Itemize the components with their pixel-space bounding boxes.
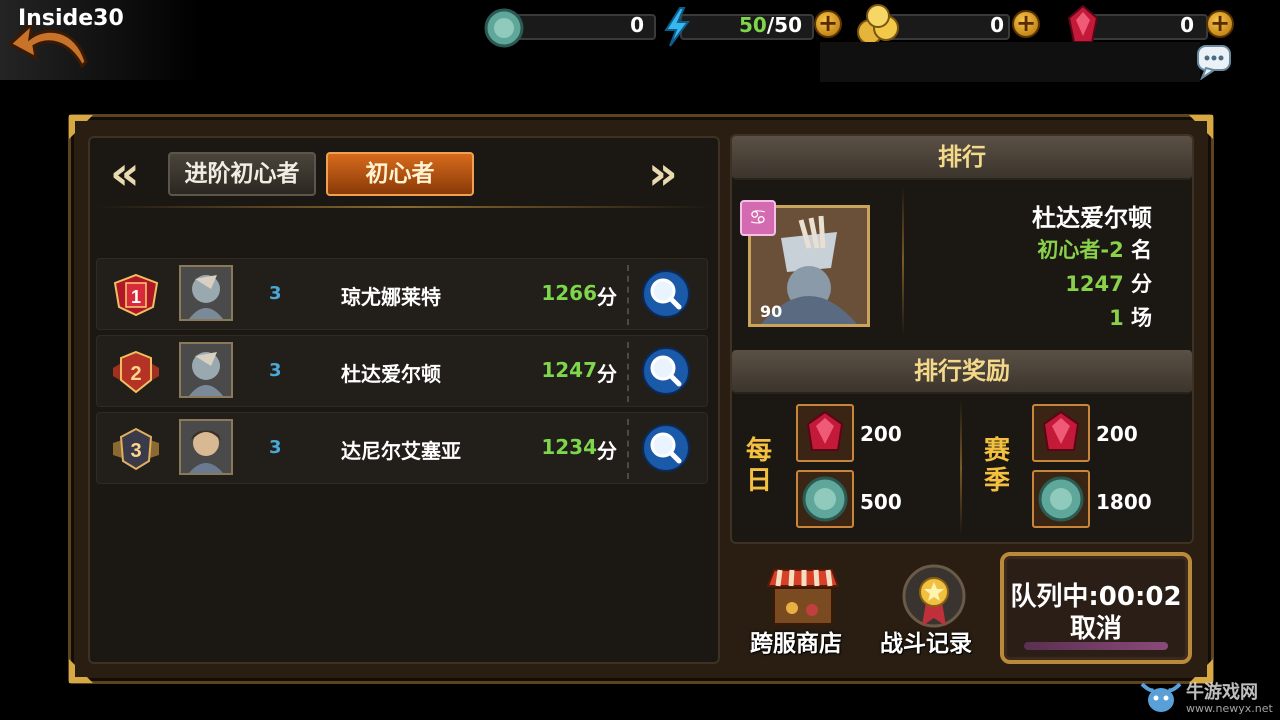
- row-divider: [627, 265, 631, 325]
- leaderboard-row[interactable]: 2 3 杜达爱尔顿 1247 分: [96, 335, 708, 407]
- my-tier-rank: 初心者-2 名: [1037, 238, 1152, 262]
- gold-add-button[interactable]: +: [1012, 10, 1040, 38]
- hero-level: 90: [760, 302, 783, 321]
- magnifier-icon[interactable]: [641, 423, 691, 473]
- gem-resource: 0 +: [1066, 4, 1240, 43]
- leaderboard-row[interactable]: 3 3 达尼尔艾塞亚 1234 分: [96, 412, 708, 484]
- rank-2-badge-icon: 2: [113, 350, 159, 394]
- tab-advanced-beginner[interactable]: 进阶初心者: [168, 152, 316, 196]
- lightning-icon: [664, 7, 690, 47]
- stone-resource: 0: [484, 8, 656, 48]
- player-level: 3: [269, 437, 282, 458]
- stone-coin-icon: [802, 476, 848, 522]
- red-gem-icon: [806, 410, 844, 451]
- stone-value: 0: [630, 13, 644, 37]
- my-score: 1247 分: [1065, 272, 1152, 296]
- site-watermark: 牛游戏网 www.newyx.net: [1138, 676, 1278, 720]
- svg-text:1: 1: [131, 287, 141, 307]
- rank-1-badge-icon: 1: [113, 273, 159, 317]
- tab-beginner[interactable]: 初心者: [326, 152, 474, 196]
- player-portrait[interactable]: [179, 265, 233, 321]
- queue-cancel-button[interactable]: 队列中:00:02 取消: [1000, 552, 1192, 664]
- row-divider: [627, 419, 631, 479]
- medal-icon[interactable]: [896, 564, 972, 630]
- tab-divider: [96, 206, 712, 208]
- shop-stall-icon[interactable]: [764, 566, 842, 628]
- red-gem-icon: [1042, 410, 1080, 451]
- player-name: 杜达爱尔顿: [341, 362, 441, 386]
- gold-coins-icon: [857, 4, 899, 45]
- reward-gem-tile[interactable]: [796, 404, 854, 462]
- bull-logo-icon: [1140, 682, 1182, 712]
- reward-amount: 1800: [1096, 490, 1152, 514]
- player-portrait[interactable]: [179, 342, 233, 398]
- stone-coin-icon: [1038, 476, 1084, 522]
- battle-log-label[interactable]: 战斗记录: [880, 624, 972, 658]
- row-divider: [627, 342, 631, 402]
- player-name: Inside30: [18, 6, 124, 31]
- score-unit: 分: [597, 285, 617, 309]
- zodiac-cancer-icon: ♋: [740, 200, 776, 236]
- cancel-label: 取消: [1069, 614, 1122, 644]
- reward-amount: 500: [860, 490, 902, 514]
- energy-resource: 50/50 +: [662, 7, 848, 47]
- season-label: 赛季: [983, 436, 1010, 496]
- rewards-divider: [960, 400, 962, 536]
- my-player-name: 杜达爱尔顿: [1032, 204, 1152, 232]
- gem-value: 0: [1180, 13, 1194, 37]
- chat-icon[interactable]: [1196, 44, 1236, 80]
- ranking-title: 排行: [732, 136, 1192, 180]
- reward-stone-tile[interactable]: [796, 470, 854, 528]
- reward-stone-tile[interactable]: [1032, 470, 1090, 528]
- player-portrait[interactable]: [179, 419, 233, 475]
- player-name: 琼尤娜莱特: [341, 285, 441, 309]
- prev-tier-arrow-icon[interactable]: «: [110, 150, 140, 196]
- score-unit: 分: [597, 362, 617, 386]
- cross-server-shop-label[interactable]: 跨服商店: [750, 624, 842, 658]
- svg-text:3: 3: [130, 440, 141, 462]
- energy-add-button[interactable]: +: [814, 10, 842, 38]
- player-score: 1266: [541, 281, 597, 305]
- svg-text:2: 2: [130, 363, 141, 385]
- player-score: 1247: [541, 358, 597, 382]
- gold-resource: 0 +: [856, 4, 1042, 45]
- chat-ticker: [820, 42, 1200, 82]
- leaderboard-row[interactable]: 1 3 琼尤娜莱特 1266 分: [96, 258, 708, 330]
- info-divider: [902, 186, 904, 336]
- gold-value: 0: [990, 13, 1004, 37]
- energy-value: 50/50: [739, 13, 802, 37]
- player-level: 3: [269, 360, 282, 381]
- watermark-url: www.newyx.net: [1186, 702, 1273, 715]
- my-matches: 1 场: [1109, 306, 1152, 330]
- player-name: 达尼尔艾塞亚: [341, 439, 461, 463]
- player-level: 3: [269, 283, 282, 304]
- next-tier-arrow-icon[interactable]: »: [648, 150, 678, 196]
- reward-gem-tile[interactable]: [1032, 404, 1090, 462]
- rank-3-badge-icon: 3: [113, 427, 159, 471]
- rewards-title: 排行奖励: [732, 350, 1192, 394]
- score-unit: 分: [597, 439, 617, 463]
- watermark-text: 牛游戏网: [1186, 682, 1258, 703]
- stone-coin-icon: [484, 8, 524, 48]
- queue-progress-bar: [1024, 642, 1168, 650]
- daily-label: 每日: [745, 436, 772, 496]
- magnifier-icon[interactable]: [641, 269, 691, 319]
- reward-amount: 200: [860, 422, 902, 446]
- reward-amount: 200: [1096, 422, 1138, 446]
- magnifier-icon[interactable]: [641, 346, 691, 396]
- player-score: 1234: [541, 435, 597, 459]
- gem-add-button[interactable]: +: [1206, 10, 1234, 38]
